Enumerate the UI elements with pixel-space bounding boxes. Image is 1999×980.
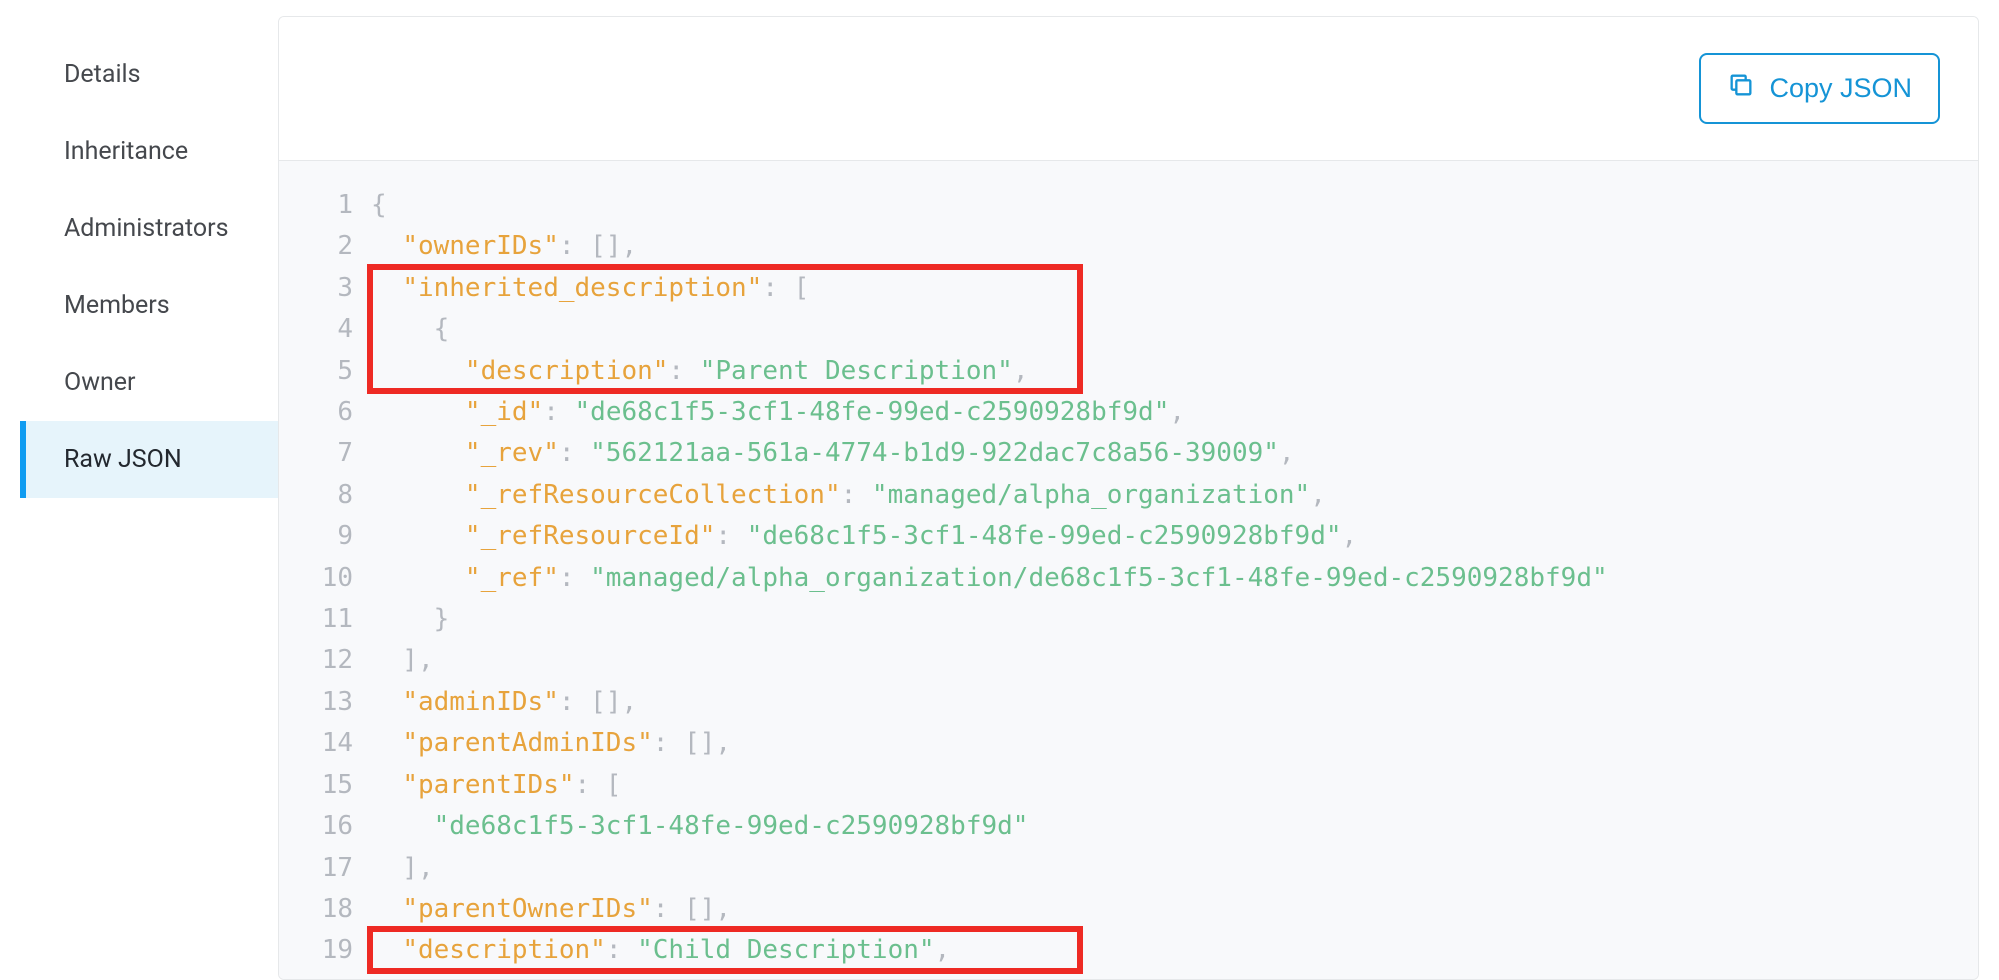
code-line: "de68c1f5-3cf1-48fe-99ed-c2590928bf9d": [371, 806, 1978, 847]
code-line: "ownerIDs": [],: [371, 226, 1978, 267]
line-number: 12: [279, 640, 353, 681]
line-number: 10: [279, 558, 353, 599]
code-viewer: 12345678910111213141516171819 { "ownerID…: [279, 161, 1978, 979]
sidebar-item-administrators[interactable]: Administrators: [20, 190, 278, 267]
line-number: 15: [279, 765, 353, 806]
sidebar-item-label: Details: [64, 60, 141, 89]
code-line: "_ref": "managed/alpha_organization/de68…: [371, 558, 1978, 599]
code-line: }: [371, 599, 1978, 640]
code-line: "inherited_description": [: [371, 268, 1978, 309]
sidebar-item-label: Inheritance: [64, 137, 188, 166]
sidebar-item-raw-json[interactable]: Raw JSON: [20, 421, 278, 498]
code-line: "parentAdminIDs": [],: [371, 723, 1978, 764]
code-line: "_refResourceCollection": "managed/alpha…: [371, 475, 1978, 516]
line-number: 13: [279, 682, 353, 723]
line-number: 8: [279, 475, 353, 516]
code-line: "_id": "de68c1f5-3cf1-48fe-99ed-c2590928…: [371, 392, 1978, 433]
line-number: 7: [279, 433, 353, 474]
code-line: "parentOwnerIDs": [],: [371, 889, 1978, 930]
line-number: 1: [279, 185, 353, 226]
line-number: 6: [279, 392, 353, 433]
code-line: "parentIDs": [: [371, 765, 1978, 806]
line-number: 19: [279, 930, 353, 971]
sidebar-item-owner[interactable]: Owner: [20, 344, 278, 421]
sidebar-item-details[interactable]: Details: [20, 36, 278, 113]
line-number: 11: [279, 599, 353, 640]
line-number: 4: [279, 309, 353, 350]
code-line: "description": "Child Description",: [371, 930, 1978, 971]
line-number: 14: [279, 723, 353, 764]
copy-json-label: Copy JSON: [1769, 73, 1912, 104]
sidebar-item-label: Raw JSON: [64, 445, 182, 474]
sidebar-item-members[interactable]: Members: [20, 267, 278, 344]
toolbar: Copy JSON: [279, 17, 1978, 161]
line-number: 18: [279, 889, 353, 930]
code-line: {: [371, 309, 1978, 350]
line-number-gutter: 12345678910111213141516171819: [279, 185, 371, 979]
code-line: ],: [371, 848, 1978, 889]
sidebar-item-label: Administrators: [64, 214, 229, 243]
code-line: ],: [371, 640, 1978, 681]
line-number: 16: [279, 806, 353, 847]
code-line: "_rev": "562121aa-561a-4774-b1d9-922dac7…: [371, 433, 1978, 474]
code-line: "adminIDs": [],: [371, 682, 1978, 723]
content-panel: Copy JSON 12345678910111213141516171819 …: [278, 16, 1979, 980]
sidebar-item-inheritance[interactable]: Inheritance: [20, 113, 278, 190]
line-number: 5: [279, 351, 353, 392]
sidebar-item-label: Owner: [64, 368, 136, 397]
sidebar-item-label: Members: [64, 291, 170, 320]
line-number: 3: [279, 268, 353, 309]
code-line: "description": "Parent Description",: [371, 351, 1978, 392]
line-number: 17: [279, 848, 353, 889]
sidebar: Details Inheritance Administrators Members O…: [20, 16, 278, 980]
code-line: "_refResourceId": "de68c1f5-3cf1-48fe-99…: [371, 516, 1978, 557]
copy-icon: [1727, 71, 1755, 106]
line-number: 9: [279, 516, 353, 557]
code-lines: { "ownerIDs": [], "inherited_description…: [371, 185, 1978, 979]
copy-json-button[interactable]: Copy JSON: [1699, 53, 1940, 124]
line-number: 2: [279, 226, 353, 267]
code-line: {: [371, 185, 1978, 226]
